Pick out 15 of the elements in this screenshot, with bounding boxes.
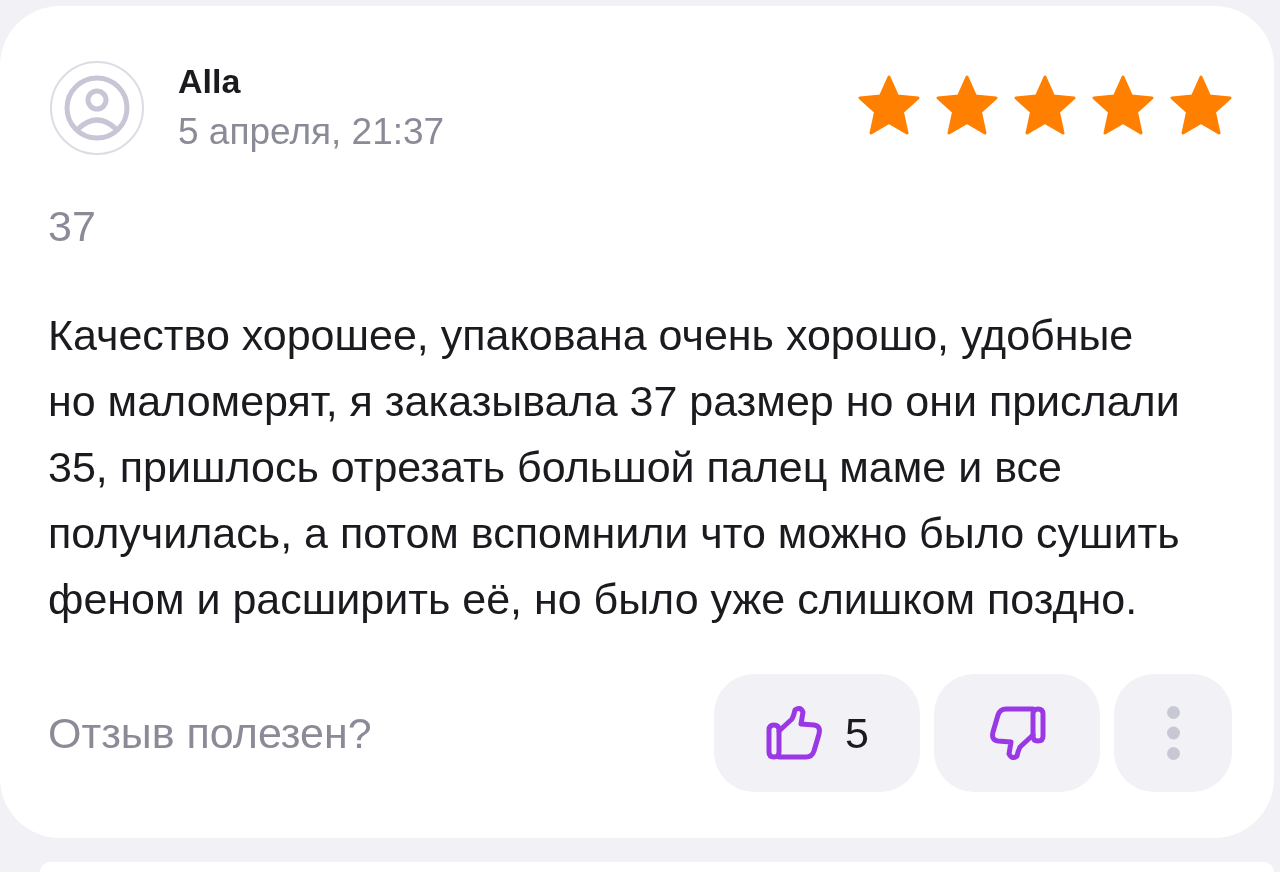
star-icon [1092,75,1154,135]
avatar-icon [50,61,144,155]
review-date: 5 апреля, 21:37 [178,110,445,154]
helpful-question: Отзыв полезен? [48,707,372,759]
author-name: Alla [178,61,241,101]
star-icon [936,75,998,135]
star-icon [858,75,920,135]
more-icon [1166,706,1180,760]
star-icon [1170,75,1232,135]
size-label: 37 [48,202,96,250]
thumbs-down-icon [987,705,1047,761]
star-icon [1014,75,1076,135]
like-button[interactable]: 5 [714,674,920,792]
review-text: Качество хорошее, упакована очень хорошо, удобные но маломерят, я заказывала 37 размер но они прислали 35, пришлось отрезать большой палец маме и все получилась, а потом вспомнили что можно было сушить феном и расширить её, но было уже слишком поздно. [48,310,1181,625]
dislike-button[interactable] [934,674,1100,792]
